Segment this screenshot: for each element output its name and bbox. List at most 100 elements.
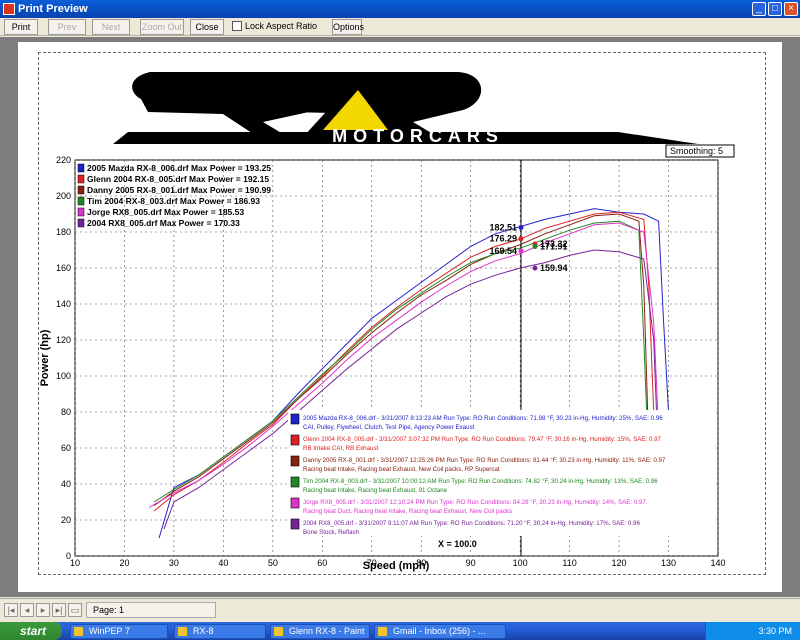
run-notes: 2005 Mazda RX-8_006.drf - 3/31/2007 8:13… [288,410,716,536]
cursor-dot [518,248,524,254]
legend-label: Danny 2005 RX-8_001.drf Max Power = 190.… [87,185,271,195]
y-tick-label: 0 [66,551,71,561]
note-swatch [290,476,300,488]
print-page: MOTORCARS Smoothing: 5 10 20 30 40 50 60 70 80 9… [18,42,782,592]
x-tick-label: 30 [169,558,179,568]
x-axis-label: Speed (mph) [363,560,430,572]
note-swatch [290,434,300,446]
paint-icon [274,627,283,636]
note-line2: CAI, Pulley, Flywheel, Clutch, Test Pipe… [303,424,475,431]
note-line1: 2005 Mazda RX-8_006.drf - 3/31/2007 8:13… [303,415,663,422]
x-tick-label: 10 [70,558,80,568]
note-swatch [290,455,300,467]
title-bar: Print Preview _ □ × [0,0,800,18]
note-line1: Jorge RX8_005.drf - 3/31/2007 12:10:24 P… [303,499,646,506]
x-tick-label: 50 [268,558,278,568]
legend-label: Tim 2004 RX-8_003.drf Max Power = 186.93 [87,196,260,206]
y-tick-label: 140 [56,299,71,309]
note-swatch [290,518,300,530]
window-title: Print Preview [18,3,88,15]
note-line2: RB Intake CAI, RB Exhaust [303,445,379,452]
start-button[interactable]: start [0,622,62,640]
cursor-dot [518,224,524,230]
x-tick-label: 20 [119,558,129,568]
task-rx8-folder[interactable]: RX-8 [174,624,266,639]
toolbar: Print Prev Next Zoom Out Close Lock Aspe… [0,18,800,36]
cursor-value: 169.54 [489,246,517,256]
company-logo: MOTORCARS [113,72,698,146]
task-gmail[interactable]: Gmail - Inbox (256) - ... [374,624,506,639]
y-tick-label: 120 [56,335,71,345]
y-tick-label: 20 [61,515,71,525]
minimize-button[interactable]: _ [752,2,766,16]
prev-button[interactable]: Prev [48,19,86,35]
y-tick-label: 40 [61,479,71,489]
last-page-button[interactable]: ▸| [52,603,66,617]
x-tick-label: 120 [612,558,627,568]
x-tick-label: 110 [562,558,576,568]
prev-page-button[interactable]: ◂ [20,603,34,617]
taskbar: start WinPEP 7 RX-8 Glenn RX-8 - Paint G… [0,622,800,640]
legend-swatch [77,196,85,206]
first-page-button[interactable]: |◂ [4,603,18,617]
clock: 3:30 PM [758,626,792,636]
cursor-value: 182.51 [489,222,517,232]
status-bar: |◂ ◂ ▸ ▸| ▭ Page: 1 [0,598,800,622]
options-button[interactable]: Options [332,19,364,35]
y-axis-label: Power (hp) [39,329,51,386]
lock-aspect-label: Lock Aspect Ratio [245,21,318,31]
logo-text: MOTORCARS [332,126,504,146]
app-icon [3,3,15,15]
legend-label: Jorge RX8_005.drf Max Power = 185.53 [87,207,244,217]
y-tick-label: 200 [56,191,71,201]
note-line1: Danny 2005 RX-8_001.drf - 3/31/2007 12:2… [303,457,666,464]
task-winpep[interactable]: WinPEP 7 [70,624,168,639]
legend-label: Glenn 2004 RX-8_005.drf Max Power = 192.… [87,174,269,184]
y-tick-label: 220 [56,155,71,165]
smoothing-label: Smoothing: 5 [670,146,723,156]
y-tick-label: 160 [56,263,71,273]
y-tick-label: 180 [56,227,71,237]
cursor-value: 159.94 [540,263,568,273]
next-page-button[interactable]: ▸ [36,603,50,617]
y-tick-label: 80 [61,407,71,417]
x-tick-label: 140 [710,558,725,568]
note-swatch [290,413,300,425]
legend-label: 2004 RX8_005.drf Max Power = 170.33 [87,218,240,228]
folder-icon [178,627,187,636]
page-icon: ▭ [68,603,82,617]
zoom-out-button[interactable]: Zoom Out [140,19,184,35]
x-tick-label: 100 [513,558,528,568]
cursor-dot [532,265,538,271]
cursor-x-label: X = 100.0 [438,539,477,549]
next-button[interactable]: Next [92,19,130,35]
legend-swatch [77,163,85,173]
browser-icon [378,627,387,636]
task-paint[interactable]: Glenn RX-8 - Paint [270,624,370,639]
x-tick-label: 90 [466,558,476,568]
cursor-value: 176.29 [489,234,517,244]
lock-aspect-checkbox[interactable] [232,21,242,31]
maximize-button[interactable]: □ [768,2,782,16]
note-line1: Tim 2004 RX-8_003.drf - 3/31/2007 10:00:… [303,478,658,485]
print-button[interactable]: Print [4,19,38,35]
note-line2: Racing beat Intake, Racing beat Exhaust,… [303,466,500,473]
y-tick-label: 60 [61,443,71,453]
legend-swatch [77,185,85,195]
note-line1: 2004 RX8_005.drf - 3/31/2007 9:11:07 AM … [303,520,640,527]
dyno-chart: 10 20 30 40 50 60 70 80 90 100 110 120 130 140 020406… [39,155,726,572]
note-line2: Racing beat Intake, Racing beat Exhaust,… [303,487,448,494]
x-tick-label: 60 [317,558,327,568]
legend-label: 2005 Mazda RX-8_006.drf Max Power = 193.… [87,163,271,173]
cursor-value: 171.91 [540,242,568,252]
app-icon [74,627,83,636]
close-button[interactable]: Close [190,19,224,35]
cursor-dot [532,244,538,250]
x-tick-label: 130 [661,558,676,568]
close-window-button[interactable]: × [784,2,798,16]
legend-swatch [77,207,85,217]
preview-area[interactable]: MOTORCARS Smoothing: 5 10 20 30 40 50 60 70 80 9… [0,37,800,597]
legend-swatch [77,174,85,184]
dyno-report: MOTORCARS Smoothing: 5 10 20 30 40 50 60 70 80 9… [39,72,735,572]
y-axis-ticks: 0 20 40 60 80 100 120 140 160 180 200 220 [56,155,71,561]
